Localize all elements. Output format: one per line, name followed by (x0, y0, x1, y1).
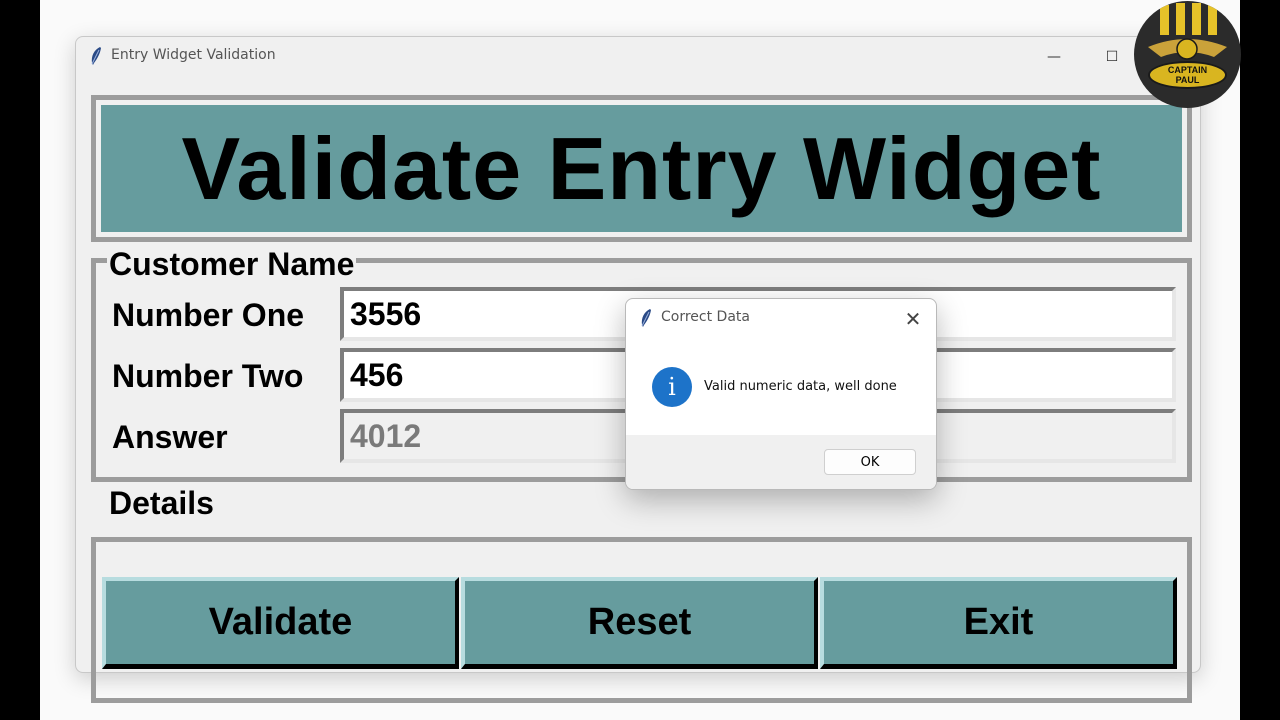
minimize-button[interactable]: — (1034, 43, 1074, 71)
reset-button[interactable]: Reset (461, 577, 818, 669)
ok-button[interactable]: OK (824, 449, 916, 475)
logo-badge: CAPTAIN PAUL (1148, 61, 1227, 89)
number-one-label: Number One (112, 297, 305, 333)
validate-button[interactable]: Validate (102, 577, 459, 669)
channel-logo: CAPTAIN PAUL (1134, 1, 1241, 108)
customer-name-frame-label: Customer Name (107, 246, 357, 283)
dialog-body: i Valid numeric data, well done (626, 337, 936, 435)
answer-label: Answer (112, 419, 228, 455)
dialog-title: Correct Data (661, 309, 750, 325)
maximize-button[interactable]: ☐ (1092, 43, 1132, 71)
exit-button[interactable]: Exit (820, 577, 1177, 669)
info-icon: i (652, 367, 692, 407)
logo-line2: PAUL (1175, 75, 1200, 85)
dialog-message: Valid numeric data, well done (704, 379, 897, 394)
correct-data-dialog: Correct Data ✕ i Valid numeric data, wel… (625, 298, 937, 490)
window-title: Entry Widget Validation (111, 47, 276, 63)
dialog-footer: OK (626, 435, 936, 489)
logo-line1: CAPTAIN (1167, 65, 1208, 75)
number-two-label: Number Two (112, 358, 304, 394)
window-titlebar: Entry Widget Validation — ☐ (76, 37, 1200, 75)
details-frame-label: Details (107, 485, 216, 522)
page-title: Validate Entry Widget (181, 118, 1102, 218)
heading-banner: Validate Entry Widget (101, 105, 1182, 232)
button-row: Validate Reset Exit (102, 577, 1180, 669)
close-icon[interactable]: ✕ (902, 307, 924, 331)
heading-frame: Validate Entry Widget (91, 95, 1192, 242)
feather-icon (639, 308, 653, 332)
feather-icon (89, 46, 103, 71)
